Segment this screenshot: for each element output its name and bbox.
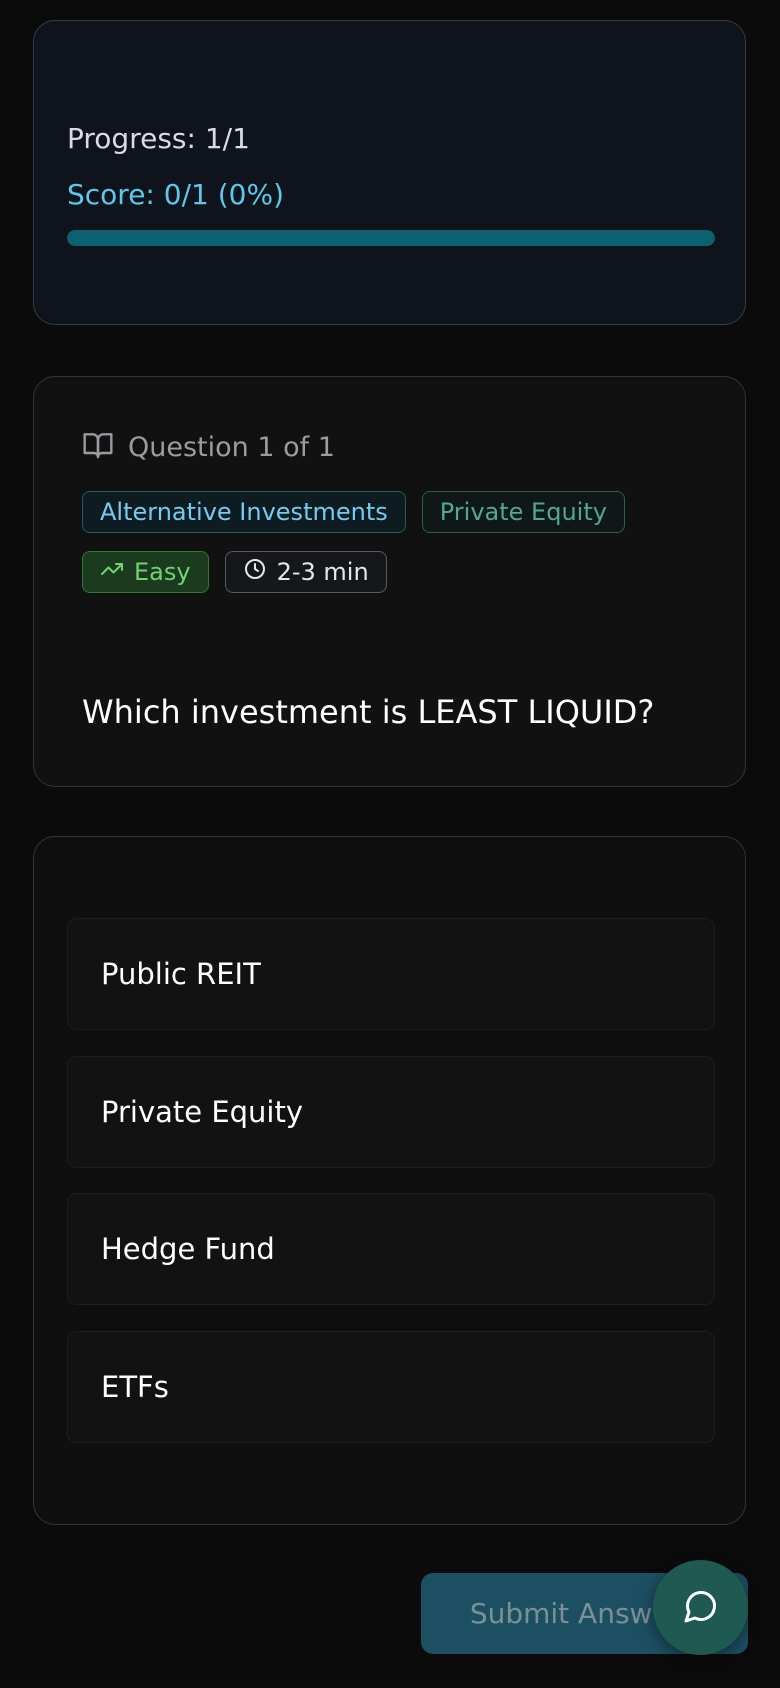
progress-label: Progress: 1/1 — [67, 122, 250, 155]
answer-option[interactable]: ETFs — [67, 1331, 715, 1443]
tags-row-primary: Alternative Investments Private Equity — [82, 491, 625, 533]
progress-bar — [67, 230, 715, 246]
answer-option[interactable]: Public REIT — [67, 918, 715, 1030]
progress-bar-fill — [67, 230, 715, 246]
question-counter: Question 1 of 1 — [128, 431, 335, 463]
progress-card: Progress: 1/1 Score: 0/1 (0%) — [33, 20, 746, 325]
time-label: 2-3 min — [276, 558, 369, 586]
tags-row-secondary: Easy 2-3 min — [82, 551, 387, 593]
answer-option[interactable]: Hedge Fund — [67, 1193, 715, 1305]
book-open-icon — [82, 429, 114, 465]
message-circle-icon — [683, 1588, 719, 1628]
difficulty-label: Easy — [134, 558, 191, 586]
answer-option[interactable]: Private Equity — [67, 1056, 715, 1168]
chat-button[interactable] — [653, 1560, 748, 1655]
subtopic-tag: Private Equity — [421, 491, 625, 533]
difficulty-tag: Easy — [82, 551, 209, 593]
question-header: Question 1 of 1 — [82, 429, 335, 465]
clock-icon — [243, 557, 267, 587]
trending-up-icon — [100, 557, 124, 587]
question-card: Question 1 of 1 Alternative Investments … — [33, 376, 746, 787]
topic-tag: Alternative Investments — [82, 491, 406, 533]
question-text: Which investment is LEAST LIQUID? — [82, 693, 655, 731]
score-label: Score: 0/1 (0%) — [67, 178, 284, 211]
time-tag: 2-3 min — [224, 551, 387, 593]
answers-card: Public REIT Private Equity Hedge Fund ET… — [33, 836, 746, 1525]
